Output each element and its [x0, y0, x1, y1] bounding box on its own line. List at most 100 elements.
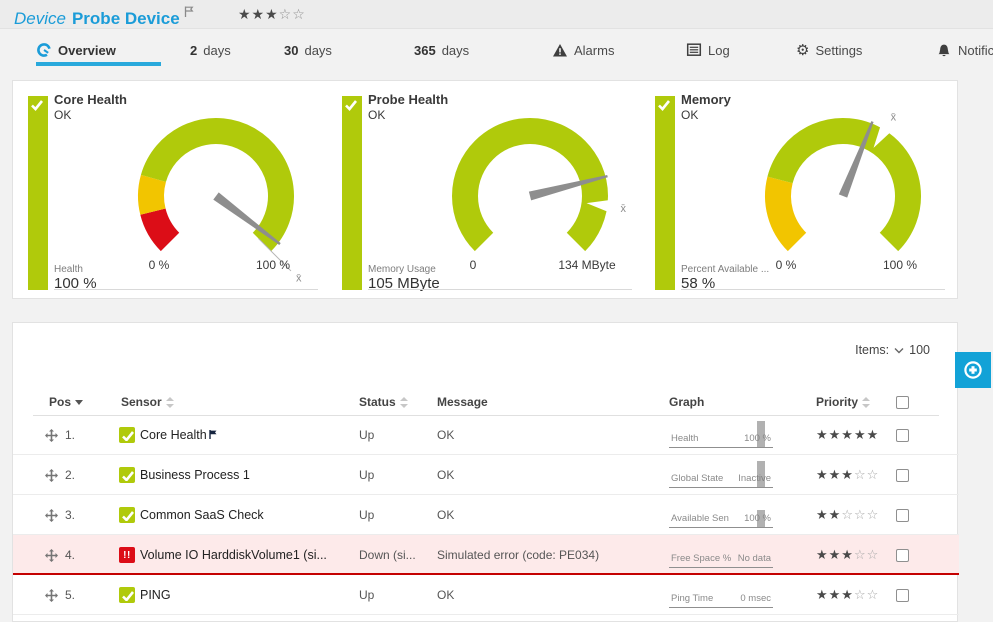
gear-icon: ⚙: [796, 43, 809, 58]
bell-icon: [936, 43, 952, 58]
move-icon: [45, 509, 58, 522]
priority-stars[interactable]: ★★★★★: [816, 415, 879, 455]
sensor-ok-icon: [119, 507, 135, 523]
gauge-footer-line: [54, 289, 318, 290]
tab-days[interactable]: 2days: [190, 38, 231, 62]
flag-outline-icon: [184, 6, 194, 18]
stars-empty: ☆☆: [279, 6, 306, 22]
stars-empty: ☆☆: [854, 467, 879, 483]
svg-text:0 %: 0 %: [149, 258, 170, 272]
status-cell: Down (si...: [359, 535, 416, 575]
gauge-status: OK: [368, 108, 385, 122]
sensor-name-link[interactable]: Business Process 1: [140, 455, 250, 495]
check-icon: [121, 590, 134, 601]
table-row: 4.!! Volume IO HarddiskVolume1 (si... Down…: [13, 535, 959, 575]
svg-text:0 %: 0 %: [776, 258, 797, 272]
tab-notific[interactable]: Notific: [936, 38, 993, 62]
column-header-message[interactable]: Message: [437, 389, 488, 415]
sensor-name-link[interactable]: PING: [140, 575, 171, 615]
sensor-error-icon: !!: [119, 547, 135, 563]
mini-graph-value: Inactive: [738, 473, 771, 484]
sort-both-icon: [166, 397, 174, 408]
tab-settings[interactable]: ⚙ Settings: [796, 38, 862, 62]
mini-graph-channel: Available Sen: [671, 513, 729, 524]
column-header-label: Status: [359, 395, 396, 409]
sensor-name-link[interactable]: Common SaaS Check: [140, 495, 264, 535]
sensor-ok-icon: [119, 587, 135, 603]
priority-stars[interactable]: ★★★☆☆: [816, 535, 879, 575]
table-row: 3.Common SaaS CheckUpOKAvailable Sen100 …: [13, 495, 959, 535]
column-header-label: Priority: [816, 395, 858, 409]
row-checkbox[interactable]: [896, 429, 909, 442]
flag-outline-icon[interactable]: [184, 3, 194, 22]
mini-graph: Available Sen100 %: [669, 502, 773, 528]
column-header-label: Message: [437, 395, 488, 409]
items-value: 100: [909, 343, 930, 357]
chevron-down-icon: [894, 347, 904, 354]
row-checkbox[interactable]: [896, 549, 909, 562]
svg-text:x̄: x̄: [891, 112, 897, 124]
add-sensor-button[interactable]: [955, 352, 991, 388]
sensor-state-cell: [119, 415, 135, 455]
flag-filled-icon: [209, 430, 217, 439]
tab-label: days: [304, 43, 331, 58]
select-all-checkbox[interactable]: [896, 396, 909, 409]
sensor-name-link[interactable]: Volume IO HarddiskVolume1 (si...: [140, 535, 327, 575]
status-cell: Up: [359, 455, 374, 495]
gauge-title: Memory: [681, 92, 731, 107]
drag-handle[interactable]: [45, 455, 58, 495]
column-header-sensor[interactable]: Sensor: [121, 389, 174, 415]
column-header-status[interactable]: Status: [359, 389, 408, 415]
priority-stars[interactable]: ★★★☆☆: [816, 575, 879, 615]
svg-text:0: 0: [470, 258, 477, 272]
column-header-priority[interactable]: Priority: [816, 389, 870, 415]
tab-label: Settings: [815, 43, 862, 58]
tab-log[interactable]: Log: [686, 38, 730, 62]
row-checkbox[interactable]: [896, 509, 909, 522]
drag-handle[interactable]: [45, 575, 58, 615]
sensor-name: PING: [140, 588, 171, 602]
priority-stars[interactable]: ★★★☆☆: [816, 455, 879, 495]
mini-graph-cell[interactable]: Available Sen100 %: [669, 495, 773, 535]
gauge-footer-line: [681, 289, 945, 290]
position-cell: 4.: [65, 535, 75, 575]
sensor-name: Core Health: [140, 428, 207, 442]
row-checkbox[interactable]: [896, 589, 909, 602]
stars-filled: ★★: [816, 507, 841, 523]
mini-graph-bar: [757, 510, 765, 527]
check-icon: [30, 99, 44, 111]
stars-filled: ★★★: [816, 587, 854, 603]
gauge-status-bar: [655, 96, 675, 290]
device-priority-stars[interactable]: ★★★☆☆: [238, 6, 306, 23]
page-title: DeviceProbe Device: [14, 3, 194, 29]
mini-graph: Free Space %No data: [669, 542, 773, 568]
sensor-name: Common SaaS Check: [140, 508, 264, 522]
message-cell: Simulated error (code: PE034): [437, 535, 599, 575]
column-header-graph[interactable]: Graph: [669, 389, 704, 415]
priority-stars[interactable]: ★★☆☆☆: [816, 495, 879, 535]
drag-handle[interactable]: [45, 415, 58, 455]
drag-handle[interactable]: [45, 535, 58, 575]
gauge-tile-probe-health: Probe HealthOKx̄0134 MByteMemory Usage10…: [342, 81, 642, 299]
stars-empty: ☆☆☆: [841, 507, 879, 523]
row-checkbox-wrap: [896, 575, 909, 615]
tab-days[interactable]: 30days: [284, 38, 332, 62]
sensor-name-link[interactable]: Core Health: [140, 415, 217, 455]
tab-alarms[interactable]: Alarms: [552, 38, 614, 62]
message-cell: OK: [437, 415, 454, 455]
gauge-dial: x̄0134 MByte: [418, 96, 642, 286]
drag-handle[interactable]: [45, 495, 58, 535]
mini-graph-cell[interactable]: Free Space %No data: [669, 535, 773, 575]
mini-graph-cell[interactable]: Global StateInactive: [669, 455, 773, 495]
row-checkbox[interactable]: [896, 469, 909, 482]
items-count-control[interactable]: Items: 100: [855, 343, 930, 357]
tab-overview[interactable]: Overview: [36, 38, 116, 62]
mini-graph-cell[interactable]: Health100 %: [669, 415, 773, 455]
column-header-pos[interactable]: Pos: [49, 389, 83, 415]
gauge-status: OK: [681, 108, 698, 122]
tab-days[interactable]: 365days: [414, 38, 469, 62]
gauge-status-bar: [342, 96, 362, 290]
mini-graph: Health100 %: [669, 422, 773, 448]
mini-graph-cell[interactable]: Ping Time0 msec: [669, 575, 773, 615]
move-icon: [45, 429, 58, 442]
